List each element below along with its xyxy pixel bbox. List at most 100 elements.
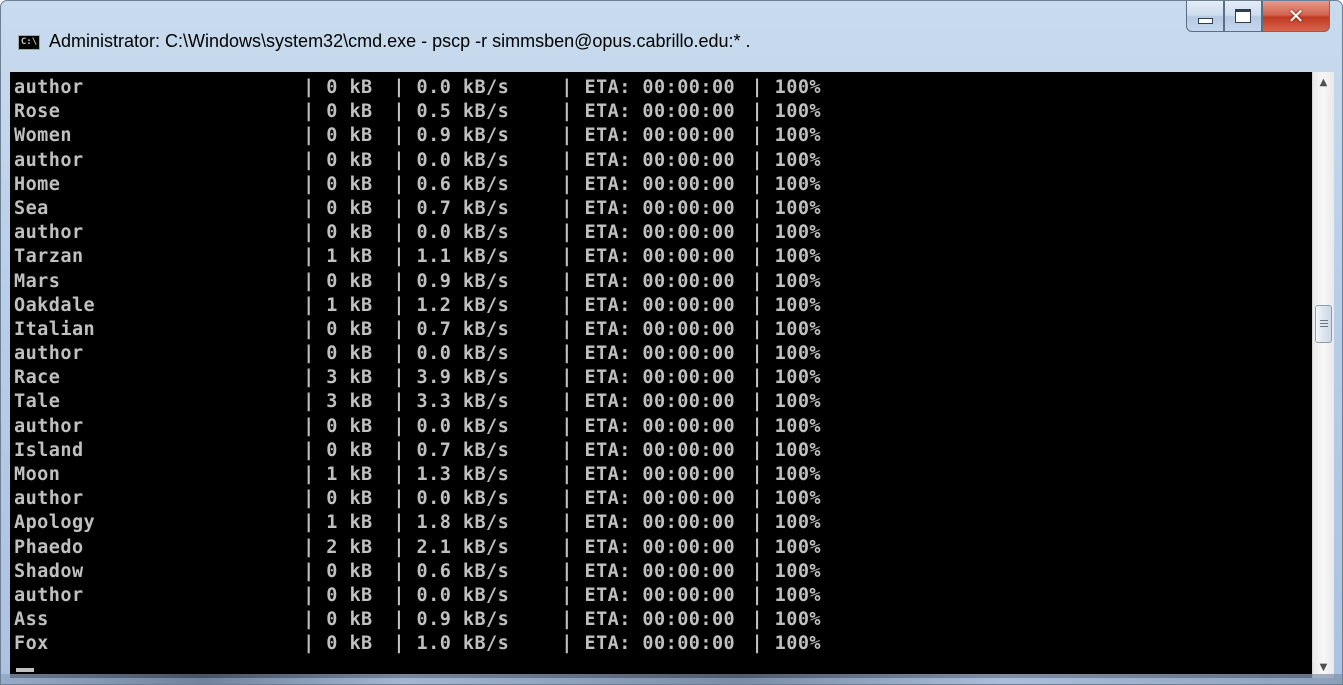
column-separator: |: [739, 391, 775, 413]
close-button[interactable]: ✕: [1262, 1, 1330, 32]
file-size: 0 kB: [326, 609, 373, 631]
column-separator: |: [549, 125, 585, 147]
transfer-rate: 0.0 kB/s: [416, 77, 510, 98]
column-separator: |: [381, 512, 417, 534]
console-line: Race | 3 kB | 3.9 kB/s | ETA: 00:00:00 |…: [14, 366, 821, 390]
file-name: author: [14, 222, 84, 244]
column-separator: |: [381, 222, 417, 244]
column-separator: |: [381, 246, 417, 268]
column-separator: |: [381, 343, 417, 365]
column-separator: |: [549, 609, 585, 631]
eta-value: ETA: 00:00:00: [584, 294, 736, 316]
column-separator: |: [549, 391, 585, 413]
percent-complete: 100%: [774, 270, 821, 292]
percent-complete: 100%: [774, 77, 821, 98]
column-separator: |: [291, 584, 327, 606]
column-separator: |: [549, 488, 585, 510]
arrow-down-icon: ▼: [1319, 662, 1328, 673]
scroll-up-button[interactable]: ▲: [1313, 72, 1334, 93]
arrow-up-icon: ▲: [1319, 77, 1328, 88]
eta-value: ETA: 00:00:00: [584, 391, 736, 413]
vertical-scrollbar[interactable]: ▲ ▼: [1312, 72, 1334, 678]
console-line: Fox | 0 kB | 1.0 kB/s | ETA: 00:00:00 | …: [14, 632, 821, 656]
console-line: author | 0 kB | 0.0 kB/s | ETA: 00:00:00…: [14, 584, 821, 608]
console-line: Mars | 0 kB | 0.9 kB/s | ETA: 00:00:00 |…: [14, 270, 821, 294]
column-separator: |: [381, 488, 417, 510]
eta-value: ETA: 00:00:00: [584, 633, 736, 655]
transfer-rate: 0.0 kB/s: [416, 488, 510, 510]
file-name: author: [14, 488, 84, 510]
transfer-rate: 1.2 kB/s: [416, 294, 510, 316]
file-name: Moon: [14, 464, 61, 485]
minimize-button[interactable]: [1186, 1, 1224, 32]
column-separator: |: [739, 318, 775, 340]
eta-value: ETA: 00:00:00: [584, 439, 736, 461]
column-separator: |: [739, 415, 775, 437]
file-name: Fox: [14, 633, 49, 655]
file-name: Tarzan: [14, 246, 84, 268]
column-separator: |: [739, 343, 775, 365]
eta-value: ETA: 00:00:00: [584, 270, 736, 292]
column-separator: |: [739, 222, 775, 244]
transfer-rate: 0.7 kB/s: [416, 197, 510, 219]
transfer-rate: 0.0 kB/s: [416, 415, 510, 437]
transfer-rate: 3.3 kB/s: [416, 391, 510, 413]
text-cursor: [16, 668, 34, 672]
file-size: 1 kB: [326, 512, 373, 534]
percent-complete: 100%: [774, 560, 821, 582]
console-line: Home | 0 kB | 0.6 kB/s | ETA: 00:00:00 |…: [14, 173, 821, 197]
column-separator: |: [291, 77, 327, 98]
file-name: Phaedo: [14, 536, 84, 558]
transfer-rate: 0.6 kB/s: [416, 173, 510, 195]
eta-value: ETA: 00:00:00: [584, 488, 736, 510]
transfer-rate: 1.1 kB/s: [416, 246, 510, 268]
transfer-rate: 0.5 kB/s: [416, 101, 510, 123]
scroll-thumb[interactable]: [1315, 305, 1332, 343]
column-separator: |: [291, 415, 327, 437]
console-output[interactable]: author | 0 kB | 0.0 kB/s | ETA: 00:00:00…: [10, 72, 1312, 678]
file-name: Oakdale: [14, 294, 96, 316]
percent-complete: 100%: [774, 343, 821, 365]
file-name: Mars: [14, 270, 61, 292]
eta-value: ETA: 00:00:00: [584, 197, 736, 219]
column-separator: |: [739, 294, 775, 316]
file-name: Apology: [14, 512, 96, 534]
column-separator: |: [549, 560, 585, 582]
console-line: Women | 0 kB | 0.9 kB/s | ETA: 00:00:00 …: [14, 124, 821, 148]
column-separator: |: [549, 77, 585, 98]
cmd-window: C:\ Administrator: C:\Windows\system32\c…: [0, 0, 1343, 685]
column-separator: |: [291, 560, 327, 582]
percent-complete: 100%: [774, 318, 821, 340]
eta-value: ETA: 00:00:00: [584, 246, 736, 268]
title-bar[interactable]: C:\ Administrator: C:\Windows\system32\c…: [1, 1, 1342, 53]
column-separator: |: [549, 512, 585, 534]
cmd-app-icon[interactable]: C:\: [18, 35, 40, 50]
column-separator: |: [291, 125, 327, 147]
file-size: 0 kB: [326, 488, 373, 510]
percent-complete: 100%: [774, 512, 821, 534]
column-separator: |: [291, 512, 327, 534]
column-separator: |: [291, 149, 327, 171]
column-separator: |: [739, 197, 775, 219]
transfer-rate: 2.1 kB/s: [416, 536, 510, 558]
eta-value: ETA: 00:00:00: [584, 584, 736, 606]
file-name: Rose: [14, 101, 61, 123]
column-separator: |: [381, 609, 417, 631]
column-separator: |: [381, 633, 417, 655]
column-separator: |: [739, 633, 775, 655]
eta-value: ETA: 00:00:00: [584, 343, 736, 365]
console-line: Sea | 0 kB | 0.7 kB/s | ETA: 00:00:00 | …: [14, 197, 821, 221]
console-line: Island | 0 kB | 0.7 kB/s | ETA: 00:00:00…: [14, 439, 821, 463]
file-name: Tale: [14, 391, 61, 413]
percent-complete: 100%: [774, 391, 821, 413]
column-separator: |: [291, 246, 327, 268]
transfer-rate: 0.9 kB/s: [416, 270, 510, 292]
console-line: Oakdale | 1 kB | 1.2 kB/s | ETA: 00:00:0…: [14, 294, 821, 318]
file-size: 0 kB: [326, 101, 373, 123]
file-name: Shadow: [14, 560, 84, 582]
column-separator: |: [739, 246, 775, 268]
scroll-down-button[interactable]: ▼: [1313, 657, 1334, 678]
maximize-button[interactable]: [1224, 1, 1262, 32]
file-name: Italian: [14, 318, 96, 340]
console-line: Tarzan | 1 kB | 1.1 kB/s | ETA: 00:00:00…: [14, 245, 821, 269]
